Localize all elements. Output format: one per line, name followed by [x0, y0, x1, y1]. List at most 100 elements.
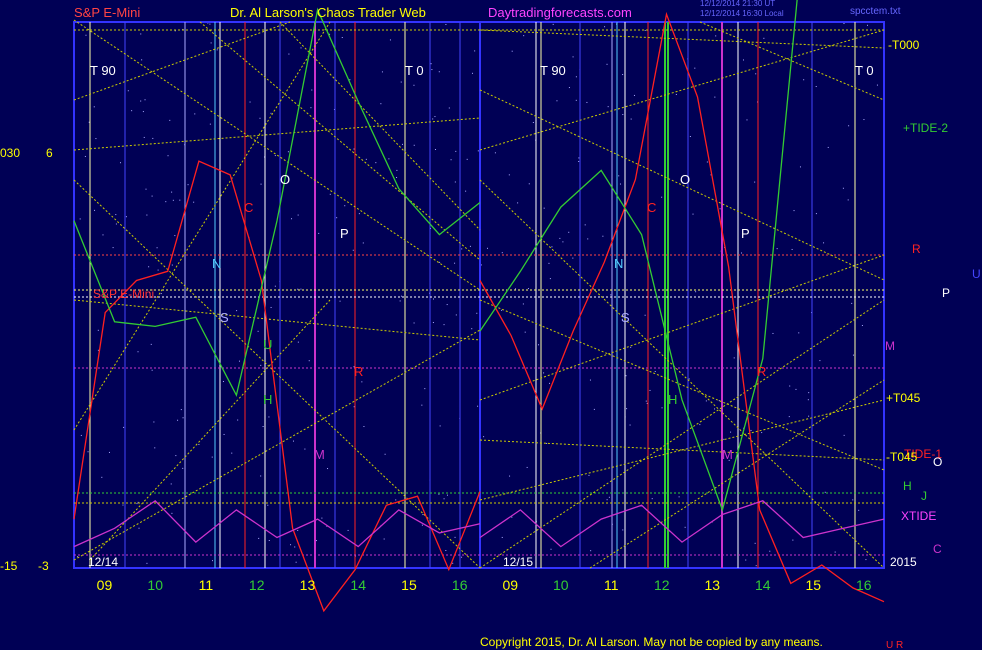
panel-2-date: 12/15 [503, 555, 533, 569]
star [454, 536, 456, 538]
star [678, 496, 680, 498]
x-tick-label: 10 [147, 577, 163, 593]
star [522, 303, 524, 305]
star [446, 304, 448, 306]
star [508, 174, 510, 176]
panel-2-t0: T 0 [855, 63, 874, 78]
star [413, 322, 415, 324]
star [210, 42, 212, 44]
right-label-m: M [885, 339, 895, 353]
star [455, 314, 457, 316]
star [769, 550, 771, 552]
star [310, 107, 312, 109]
star [807, 399, 809, 401]
marker-letter: C [647, 200, 656, 215]
star [455, 150, 457, 152]
star [575, 76, 577, 78]
header-site: Daytradingforecasts.com [488, 5, 632, 20]
marker-letter: R [757, 364, 766, 379]
price-line-panel-1 [73, 160, 481, 613]
star [791, 248, 793, 250]
right-label-h: H [903, 479, 912, 493]
star [847, 199, 849, 201]
star [145, 188, 147, 190]
star [339, 300, 341, 302]
star [684, 526, 686, 528]
star [575, 99, 577, 101]
star [383, 538, 385, 540]
star [714, 408, 716, 410]
diagonal-line [73, 299, 481, 341]
star [395, 499, 397, 501]
star [413, 84, 415, 86]
star [723, 438, 725, 440]
star [209, 23, 211, 25]
left-scale-top-a: 030 [0, 146, 20, 160]
star [222, 381, 224, 383]
star [590, 550, 592, 552]
marker-letter: P [340, 226, 349, 241]
star [304, 448, 306, 450]
star [77, 556, 79, 558]
star [336, 217, 338, 219]
star [815, 86, 817, 88]
star [175, 455, 177, 457]
star [297, 214, 299, 216]
right-label-p: P [942, 286, 950, 300]
star [115, 223, 117, 225]
star [454, 181, 456, 183]
star [318, 232, 320, 234]
star [445, 24, 447, 26]
star [362, 242, 364, 244]
star [511, 50, 513, 52]
star [618, 175, 620, 177]
star [97, 329, 99, 331]
star [270, 306, 272, 308]
star [260, 364, 262, 366]
copyright-text: Copyright 2015, Dr. Al Larson. May not b… [480, 635, 823, 649]
star [527, 288, 529, 290]
star [381, 71, 383, 73]
star [622, 74, 624, 76]
star [548, 262, 550, 264]
star [85, 34, 87, 36]
star [102, 234, 104, 236]
star [143, 136, 145, 138]
star [528, 183, 530, 185]
star [311, 89, 313, 91]
star [209, 123, 211, 125]
star [177, 419, 179, 421]
star [347, 529, 349, 531]
star [586, 101, 588, 103]
star [268, 540, 270, 542]
star [819, 360, 821, 362]
star [424, 388, 426, 390]
star [461, 248, 463, 250]
star [198, 443, 200, 445]
star [755, 565, 757, 567]
star [509, 475, 511, 477]
star [432, 118, 434, 120]
star [148, 266, 150, 268]
star [867, 24, 868, 26]
star [443, 324, 445, 326]
star [297, 341, 299, 343]
star [146, 214, 148, 216]
star [270, 112, 272, 114]
star [523, 35, 525, 37]
star [95, 138, 97, 140]
panel-1-t0: T 0 [405, 63, 424, 78]
star [384, 453, 386, 455]
star [431, 69, 433, 71]
star [843, 434, 845, 436]
star [146, 562, 148, 564]
star [131, 110, 133, 112]
star [733, 357, 735, 359]
star [396, 169, 398, 171]
header-symbol: S&P E-Mini [74, 5, 140, 20]
star [572, 56, 574, 58]
marker-letter: R [354, 364, 363, 379]
x-tick-label: 12 [249, 577, 265, 593]
star [327, 468, 329, 470]
star [568, 87, 570, 89]
